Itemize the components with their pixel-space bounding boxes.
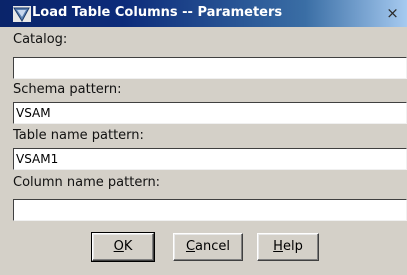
cancel-button[interactable]: Cancel <box>173 233 243 261</box>
help-mnemonic: H <box>273 239 283 254</box>
title-bar[interactable]: Load Table Columns -- Parameters × <box>0 0 407 27</box>
ok-mnemonic: O <box>113 239 124 254</box>
table-name-pattern-label: Table name pattern: <box>13 128 144 143</box>
schema-pattern-input[interactable] <box>13 102 407 124</box>
help-label-rest: elp <box>282 239 303 254</box>
cancel-label-rest: ancel <box>195 239 231 254</box>
catalog-label: Catalog: <box>13 32 68 47</box>
cancel-mnemonic: C <box>185 239 196 254</box>
ok-button[interactable]: OK <box>91 232 155 262</box>
help-button[interactable]: Help <box>257 233 319 261</box>
close-icon[interactable]: × <box>378 2 407 25</box>
column-name-pattern-input[interactable] <box>13 199 407 221</box>
window-title: Load Table Columns -- Parameters <box>32 5 283 20</box>
ok-label-rest: K <box>123 239 133 254</box>
schema-pattern-label: Schema pattern: <box>13 82 122 97</box>
column-name-pattern-label: Column name pattern: <box>13 175 161 190</box>
catalog-input[interactable] <box>13 57 407 79</box>
dialog-app-icon <box>13 6 31 23</box>
table-name-pattern-input[interactable] <box>13 148 407 170</box>
